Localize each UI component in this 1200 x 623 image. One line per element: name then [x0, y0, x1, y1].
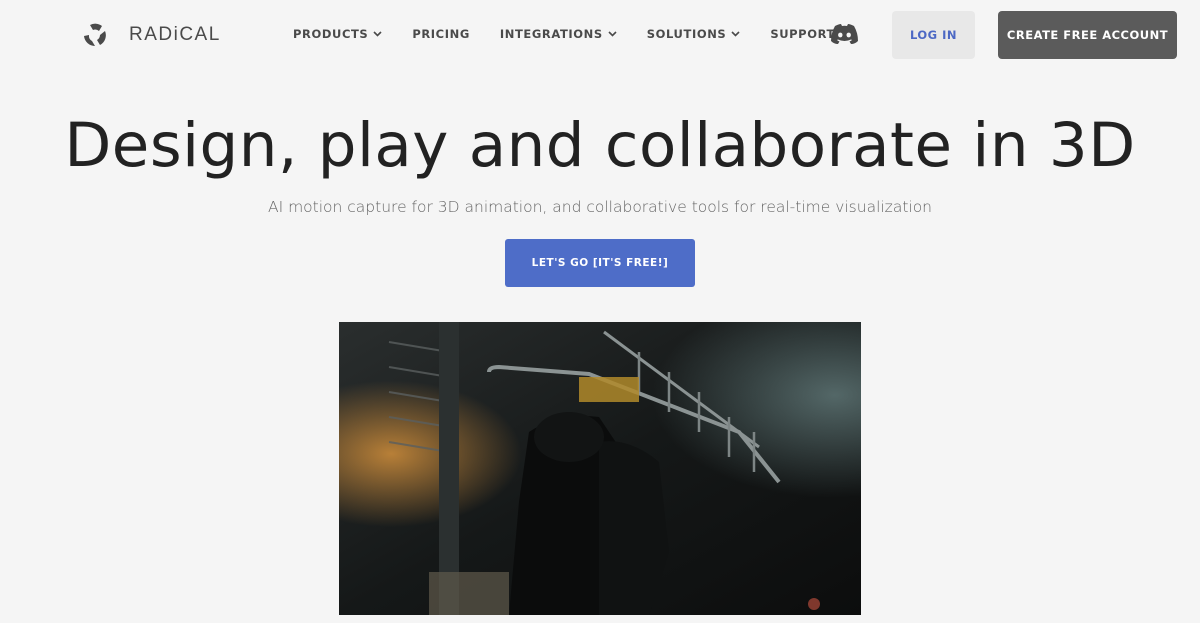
nav-products-label: PRODUCTS — [293, 27, 369, 41]
nav-solutions[interactable]: SOLUTIONS — [647, 27, 741, 41]
site-header: RADiCAL PRODUCTS PRICING INTEGRATIONS SO… — [0, 0, 1200, 70]
nav-integrations-label: INTEGRATIONS — [499, 27, 603, 41]
chevron-down-icon — [608, 31, 617, 37]
nav-pricing[interactable]: PRICING — [412, 27, 470, 41]
brand-logo[interactable]: RADiCAL — [82, 22, 221, 48]
brand-name: RADiCAL — [129, 24, 221, 45]
nav-pricing-label: PRICING — [412, 27, 470, 41]
create-account-button[interactable]: CREATE FREE ACCOUNT — [998, 11, 1177, 59]
hero-video[interactable] — [339, 322, 861, 615]
chevron-down-icon — [373, 31, 382, 37]
nav-support-label: SUPPORT — [770, 27, 835, 41]
chevron-down-icon — [731, 31, 740, 37]
hero-title: Design, play and collaborate in 3D — [64, 110, 1136, 181]
radical-logo-icon — [84, 23, 106, 47]
nav-integrations[interactable]: INTEGRATIONS — [500, 27, 617, 41]
main-nav: PRODUCTS PRICING INTEGRATIONS SOLUTIONS … — [293, 27, 849, 41]
login-button[interactable]: LOG IN — [892, 11, 975, 59]
hero-subtitle: AI motion capture for 3D animation, and … — [267, 198, 933, 216]
nav-solutions-label: SOLUTIONS — [646, 27, 727, 41]
get-started-button[interactable]: LET'S GO [IT'S FREE!] — [505, 239, 695, 287]
discord-icon[interactable] — [830, 23, 859, 45]
nav-products[interactable]: PRODUCTS — [293, 27, 382, 41]
hero-scene-image — [339, 322, 861, 615]
